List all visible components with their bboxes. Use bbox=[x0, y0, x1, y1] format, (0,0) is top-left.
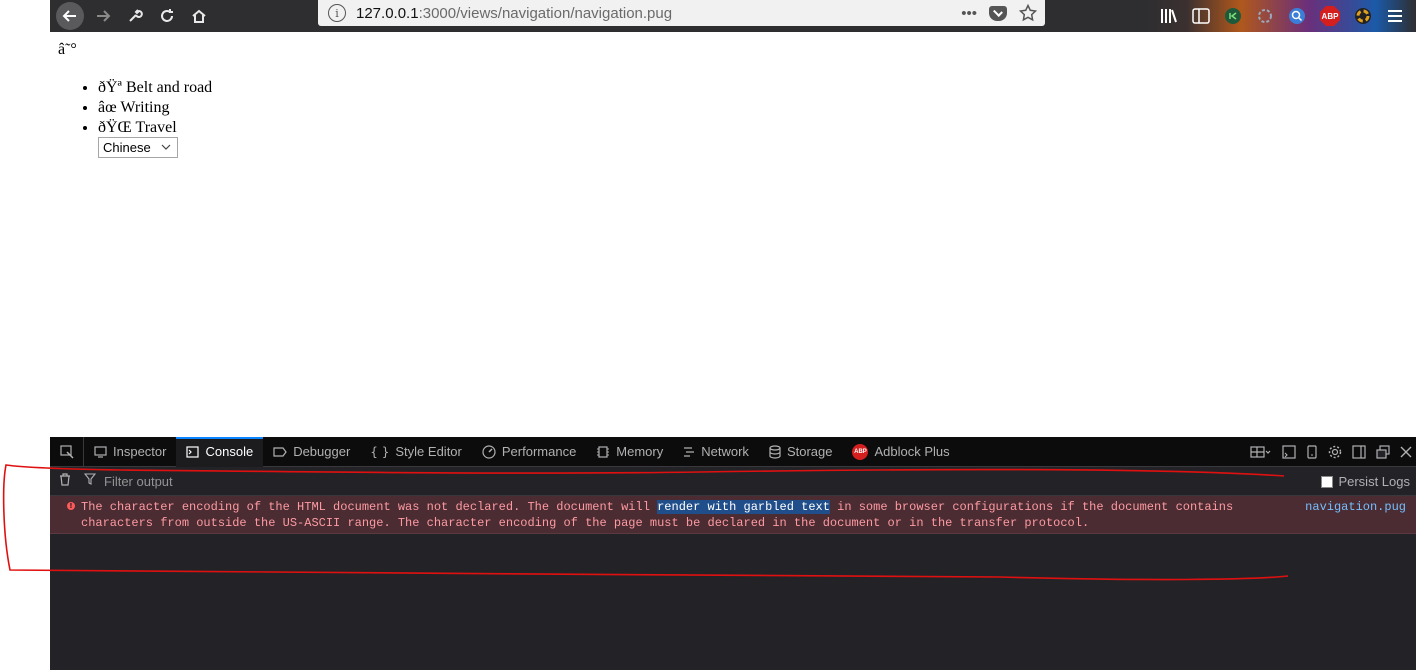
nav-item-travel[interactable]: ðŸŒ Travel bbox=[98, 118, 212, 138]
storage-icon bbox=[769, 444, 781, 459]
clear-console-trash-icon[interactable] bbox=[50, 472, 80, 490]
network-icon bbox=[684, 446, 695, 457]
console-filter-bar: Persist Logs bbox=[50, 467, 1416, 496]
reload-icon bbox=[161, 9, 173, 22]
frame-select-icon[interactable] bbox=[1250, 445, 1272, 459]
filter-icon bbox=[83, 473, 97, 489]
language-select-value: Chinese bbox=[103, 140, 151, 155]
persist-logs-toggle[interactable]: Persist Logs bbox=[1321, 467, 1410, 496]
tab-inspector[interactable]: Inspector bbox=[84, 437, 176, 467]
url-actions: ••• bbox=[961, 4, 1037, 22]
page-heading: â˜° bbox=[58, 41, 77, 58]
forward-button[interactable] bbox=[90, 3, 116, 29]
error-source-link[interactable]: navigation.pug bbox=[1305, 499, 1406, 515]
page-content: â˜° ðŸª Belt and road âœ Writing ðŸŒ Tra… bbox=[50, 32, 1416, 437]
customize-button[interactable] bbox=[122, 3, 148, 29]
persist-logs-checkbox[interactable] bbox=[1321, 475, 1334, 488]
gear-extension-icon[interactable] bbox=[1256, 7, 1274, 25]
url-host: 127.0.0.1 bbox=[356, 4, 419, 22]
debugger-icon bbox=[273, 446, 287, 457]
console-icon bbox=[186, 445, 200, 458]
page-actions-button[interactable]: ••• bbox=[961, 5, 977, 22]
responsive-design-icon[interactable] bbox=[1306, 445, 1318, 459]
reload-button[interactable] bbox=[154, 3, 180, 29]
element-picker-icon[interactable] bbox=[50, 436, 84, 467]
sidebar-icon[interactable] bbox=[1192, 7, 1210, 25]
settings-gear-icon[interactable] bbox=[1328, 445, 1342, 459]
tab-style-editor[interactable]: { } Style Editor bbox=[360, 437, 472, 467]
tab-label: Network bbox=[701, 444, 749, 459]
separate-window-icon[interactable] bbox=[1376, 445, 1390, 459]
wrench-icon bbox=[129, 9, 143, 22]
filter-output-input[interactable] bbox=[104, 473, 504, 489]
error-text-highlighted: render with garbled text bbox=[657, 500, 830, 514]
tab-label: Adblock Plus bbox=[874, 444, 950, 459]
extension-badge-icon[interactable] bbox=[1224, 7, 1242, 25]
memory-icon bbox=[597, 445, 610, 458]
back-arrow-icon bbox=[62, 10, 76, 22]
url-path: :3000/views/navigation/navigation.pug bbox=[418, 4, 673, 22]
adblock-plus-icon[interactable]: ABP bbox=[1320, 6, 1340, 26]
tab-label: Inspector bbox=[113, 444, 167, 459]
tab-storage[interactable]: Storage bbox=[759, 437, 843, 467]
navigation-list: ðŸª Belt and road âœ Writing ðŸŒ Travel bbox=[98, 78, 212, 138]
tab-label: Memory bbox=[616, 444, 664, 459]
extensions-toolbar: ABP bbox=[1146, 0, 1416, 32]
tab-label: Style Editor bbox=[395, 444, 462, 459]
site-info-icon[interactable]: i bbox=[328, 4, 346, 22]
tab-label: Debugger bbox=[293, 444, 351, 459]
url-bar[interactable]: i 127.0.0.1:3000/views/navigation/naviga… bbox=[318, 0, 1045, 26]
home-button[interactable] bbox=[186, 3, 212, 29]
tab-label: Console bbox=[205, 444, 254, 459]
tab-network[interactable]: Network bbox=[673, 437, 759, 467]
devtools-tab-bar: Inspector Console Debugger { } Style Edi… bbox=[50, 436, 1416, 467]
pocket-icon[interactable] bbox=[989, 5, 1007, 21]
devtools-toolbox-controls bbox=[1250, 437, 1412, 467]
persist-logs-label: Persist Logs bbox=[1338, 474, 1410, 489]
tab-label: Storage bbox=[786, 444, 833, 459]
library-icon[interactable] bbox=[1160, 7, 1178, 25]
color-extension-icon[interactable] bbox=[1354, 7, 1372, 25]
language-select[interactable]: Chinese bbox=[98, 137, 178, 158]
chevron-down-icon bbox=[161, 142, 171, 153]
hamburger-menu-icon[interactable] bbox=[1386, 7, 1404, 25]
tab-performance[interactable]: Performance bbox=[472, 437, 586, 467]
search-extension-icon[interactable] bbox=[1288, 7, 1306, 25]
bookmark-star-icon[interactable] bbox=[1019, 4, 1037, 22]
style-editor-icon: { } bbox=[370, 444, 390, 459]
tab-memory[interactable]: Memory bbox=[586, 437, 673, 467]
tab-debugger[interactable]: Debugger bbox=[263, 437, 360, 467]
nav-item-writing[interactable]: âœ Writing bbox=[98, 98, 212, 118]
performance-icon bbox=[482, 444, 496, 459]
split-console-icon[interactable] bbox=[1282, 445, 1296, 459]
back-button[interactable] bbox=[56, 2, 84, 30]
home-icon bbox=[192, 9, 206, 23]
inspector-icon bbox=[94, 445, 107, 458]
tab-console[interactable]: Console bbox=[176, 436, 264, 467]
error-text-before: The character encoding of the HTML docum… bbox=[81, 500, 658, 514]
tab-label: Performance bbox=[501, 444, 577, 459]
error-icon: ! bbox=[67, 502, 75, 510]
forward-arrow-icon bbox=[97, 10, 111, 22]
browser-toolbar: i 127.0.0.1:3000/views/navigation/naviga… bbox=[50, 0, 1416, 32]
adblock-plus-icon: ABP bbox=[852, 443, 869, 460]
tab-adblock-plus[interactable]: ABP Adblock Plus bbox=[842, 437, 959, 467]
console-error-message[interactable]: ! The character encoding of the HTML doc… bbox=[50, 496, 1416, 534]
dock-side-icon[interactable] bbox=[1352, 445, 1366, 459]
close-icon[interactable] bbox=[1400, 446, 1412, 458]
nav-item-belt-and-road[interactable]: ðŸª Belt and road bbox=[98, 78, 212, 98]
devtools-panel: Inspector Console Debugger { } Style Edi… bbox=[50, 436, 1416, 670]
